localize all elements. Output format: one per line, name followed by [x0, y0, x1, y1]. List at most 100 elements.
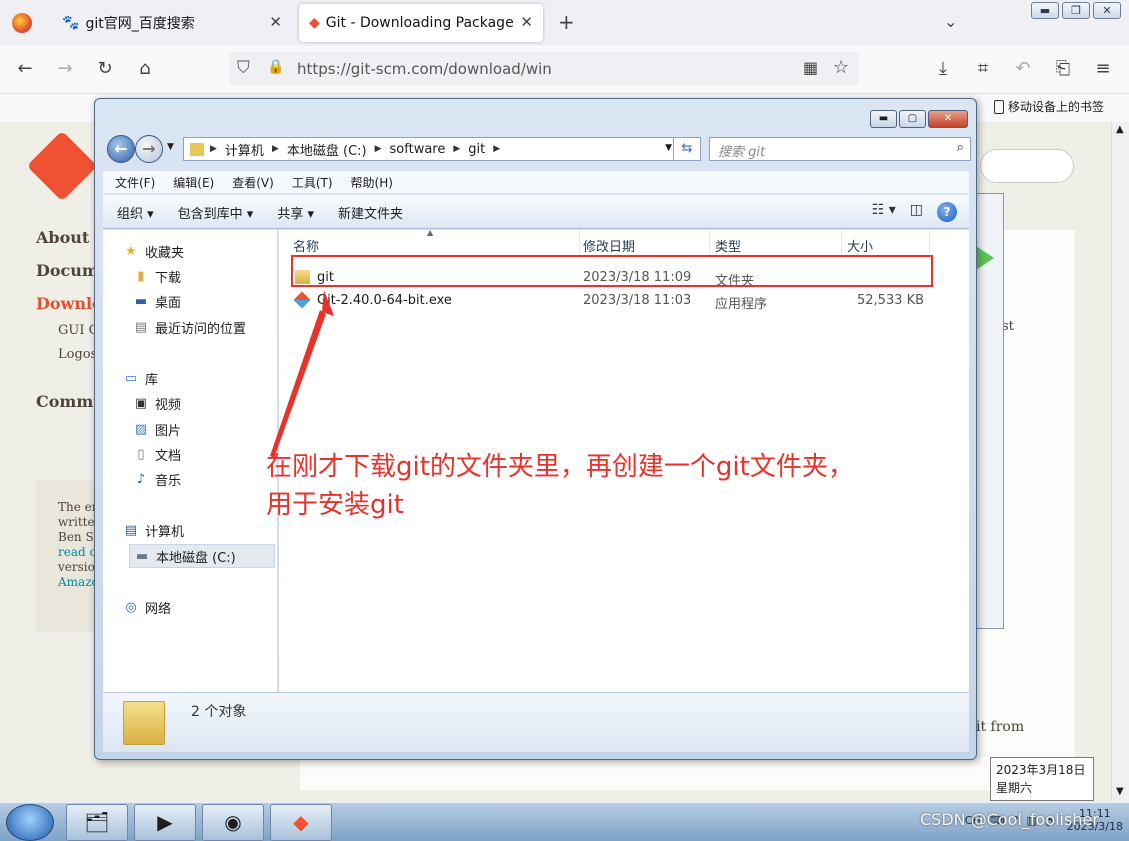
search-placeholder: 搜索 git — [718, 145, 766, 160]
nav-music[interactable]: ♪ 音乐 — [133, 470, 181, 489]
back-icon[interactable]: ← — [14, 58, 36, 79]
nav-local-disk-c[interactable]: ▬ 本地磁盘 (C:) — [129, 544, 275, 568]
refresh-button[interactable]: ⇆ — [673, 137, 701, 161]
nav-videos[interactable]: ▣ 视频 — [133, 394, 181, 413]
firefox-menu-icon[interactable] — [12, 13, 32, 33]
scroll-up-icon[interactable]: ▲ — [1116, 124, 1124, 135]
breadcrumb-arrow-icon[interactable]: ▶ — [375, 144, 382, 154]
mobile-bookmarks[interactable]: 移动设备上的书签 — [994, 98, 1104, 115]
book-text-line[interactable]: read online for free. Dead tree — [58, 545, 96, 560]
close-window-button[interactable]: ✕ — [1093, 2, 1121, 19]
file-explorer-window[interactable]: ▬ ▢ ✕ ← → ▼ ▶ 计算机 ▶ 本地磁盘 (C:) ▶ software… — [94, 98, 977, 760]
tab-baidu-search[interactable]: 🐾 git官网_百度搜索 ✕ — [52, 4, 292, 42]
nav-network[interactable]: ◎ 网络 — [123, 598, 171, 617]
hamburger-menu-icon[interactable]: ≡ — [1092, 58, 1114, 79]
taskbar-media-player-icon[interactable]: ▶ — [134, 804, 196, 841]
taskbar-firefox-icon[interactable]: ◉ — [202, 804, 264, 841]
nav-documents[interactable]: ▯ 文档 — [133, 445, 181, 464]
tab-list-chevron-icon[interactable]: ⌄ — [944, 12, 957, 31]
bookmark-star-icon[interactable]: ☆ — [833, 57, 849, 78]
column-separator[interactable] — [709, 230, 710, 254]
forward-arrow-icon[interactable]: → — [135, 135, 163, 163]
breadcrumb-arrow-icon[interactable]: ▶ — [453, 144, 460, 154]
shield-icon[interactable]: ⛉ — [237, 58, 250, 78]
highlight-box — [291, 255, 933, 287]
address-bar[interactable]: ▶ 计算机 ▶ 本地磁盘 (C:) ▶ software ▶ git ▶ ▼ — [183, 137, 679, 161]
include-in-library-button[interactable]: 包含到库中 ▾ — [178, 203, 254, 222]
reply-icon[interactable]: ↶ — [1012, 58, 1034, 79]
file-row-git-installer[interactable]: Git-2.40.0-64-bit.exe 2023/3/18 11:03 应用… — [293, 291, 933, 312]
preview-pane-icon[interactable]: ◫ — [910, 202, 923, 222]
explorer-maximize-button[interactable]: ▢ — [899, 110, 926, 128]
address-dropdown-icon[interactable]: ▼ — [665, 143, 672, 153]
lock-icon[interactable]: 🔒 — [267, 59, 284, 75]
breadcrumb-git[interactable]: git — [468, 142, 485, 157]
page-scrollbar[interactable]: ▲ ▼ — [1111, 122, 1129, 802]
windows-start-icon[interactable] — [6, 804, 54, 841]
nav-about[interactable]: About — [36, 228, 89, 247]
back-arrow-icon[interactable]: ← — [107, 135, 135, 163]
annotation-arrow — [270, 290, 334, 458]
taskbar-git-icon[interactable]: ◆ — [270, 804, 332, 841]
nav-computer[interactable]: ▤ 计算机 — [123, 521, 184, 540]
nav-label: 收藏夹 — [145, 246, 185, 261]
close-tab-icon[interactable]: ✕ — [520, 13, 533, 31]
reload-icon[interactable]: ↻ — [94, 58, 116, 79]
column-separator[interactable] — [929, 230, 930, 254]
qr-code-icon[interactable]: ▦ — [803, 58, 818, 77]
nav-downloads-folder[interactable]: ▮ 下载 — [133, 267, 181, 286]
page-search-input[interactable] — [980, 149, 1074, 183]
recent-pages-chevron-icon[interactable]: ▼ — [167, 142, 174, 152]
help-icon[interactable]: ? — [937, 202, 957, 222]
new-folder-button[interactable]: 新建文件夹 — [338, 203, 403, 222]
breadcrumb-arrow-icon[interactable]: ▶ — [210, 144, 217, 154]
nav-favorites[interactable]: ★ 收藏夹 — [123, 242, 184, 261]
tab-git-download[interactable]: ◆ Git - Downloading Package ✕ — [299, 4, 543, 42]
baidu-paw-icon: 🐾 — [62, 15, 80, 31]
column-separator[interactable] — [841, 230, 842, 254]
view-options-icon[interactable]: ☷ ▾ — [872, 202, 896, 222]
menu-tools[interactable]: 工具(T) — [292, 174, 333, 191]
scroll-down-icon[interactable]: ▼ — [1116, 786, 1124, 797]
nav-logos[interactable]: Logos — [58, 347, 97, 362]
url-text[interactable]: https://git-scm.com/download/win — [297, 60, 552, 78]
menu-edit[interactable]: 编辑(E) — [173, 174, 214, 191]
nav-recent-places[interactable]: ▤ 最近访问的位置 — [133, 318, 246, 337]
menu-file[interactable]: 文件(F) — [115, 174, 155, 191]
explorer-close-button[interactable]: ✕ — [928, 110, 968, 128]
new-tab-button[interactable]: + — [558, 10, 575, 34]
column-name[interactable]: 名称 — [293, 236, 319, 255]
nav-desktop[interactable]: ▬ 桌面 — [133, 292, 181, 311]
menu-view[interactable]: 查看(V) — [232, 174, 274, 191]
close-tab-icon[interactable]: ✕ — [269, 13, 282, 31]
column-type[interactable]: 类型 — [715, 236, 741, 255]
nav-libraries[interactable]: ▭ 库 — [123, 369, 158, 388]
search-input[interactable]: 搜索 git ⌕ — [709, 137, 971, 161]
column-separator[interactable] — [579, 230, 580, 254]
sort-ascending-icon: ▲ — [427, 228, 434, 237]
breadcrumb-drive[interactable]: 本地磁盘 (C:) — [287, 140, 367, 159]
home-icon[interactable]: ⌂ — [134, 58, 156, 79]
share-button[interactable]: 共享 ▾ — [277, 203, 314, 222]
explorer-minimize-button[interactable]: ▬ — [870, 110, 897, 128]
breadcrumb-computer[interactable]: 计算机 — [225, 140, 264, 159]
nav-pictures[interactable]: ▨ 图片 — [133, 420, 181, 439]
column-size[interactable]: 大小 — [847, 236, 873, 255]
extensions-icon[interactable]: ⎗ — [1052, 58, 1074, 79]
breadcrumb-arrow-icon[interactable]: ▶ — [493, 144, 500, 154]
nav-label: 桌面 — [155, 296, 182, 311]
column-date-modified[interactable]: 修改日期 — [583, 236, 635, 255]
breadcrumb-software[interactable]: software — [390, 142, 446, 157]
search-icon[interactable]: ⌕ — [957, 140, 964, 155]
organize-button[interactable]: 组织 ▾ — [117, 203, 154, 222]
taskbar-explorer-icon[interactable]: 🗂 — [66, 804, 128, 841]
url-bar[interactable]: ⛉ 🔒 https://git-scm.com/download/win ▦ ☆ — [229, 52, 859, 86]
screenshot-crop-icon[interactable]: ⌗ — [972, 58, 994, 79]
breadcrumb-arrow-icon[interactable]: ▶ — [272, 144, 279, 154]
downloads-icon[interactable]: ⤓ — [932, 58, 954, 79]
menu-help[interactable]: 帮助(H) — [351, 174, 393, 191]
book-text-line[interactable]: Amazon.com. — [58, 575, 96, 590]
restore-button[interactable]: ❐ — [1062, 2, 1090, 19]
forward-icon[interactable]: → — [54, 58, 76, 79]
minimize-button[interactable]: ▬ — [1031, 2, 1059, 19]
